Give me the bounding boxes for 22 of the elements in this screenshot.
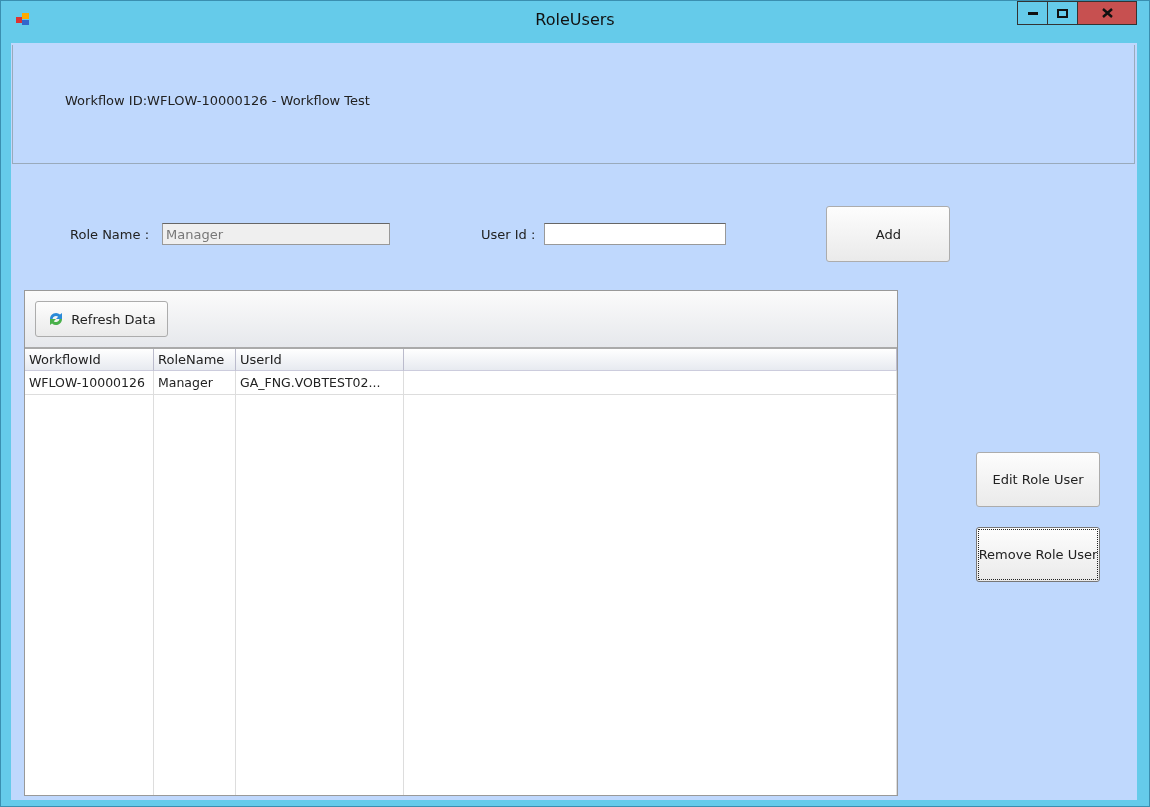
maximize-button[interactable]	[1047, 1, 1078, 25]
table-cell: WFLOW-10000126	[25, 371, 154, 395]
refresh-data-button[interactable]: Refresh Data	[35, 301, 168, 337]
remove-role-user-button[interactable]: Remove Role User	[976, 527, 1100, 582]
maximize-icon	[1057, 8, 1068, 18]
window-title: RoleUsers	[535, 9, 615, 29]
edit-role-user-button[interactable]: Edit Role User	[976, 452, 1100, 507]
column-header[interactable]: RoleName	[154, 349, 236, 371]
column-header[interactable]: UserId	[236, 349, 404, 371]
workflow-label: Workflow ID:WFLOW-10000126 - Workflow Test	[65, 92, 370, 108]
app-icon	[15, 11, 31, 27]
close-icon	[1101, 8, 1113, 18]
role-name-label: Role Name :	[70, 226, 149, 242]
table-cell: Manager	[154, 371, 236, 395]
minimize-icon	[1027, 11, 1038, 15]
minimize-button[interactable]	[1017, 1, 1048, 25]
add-button[interactable]: Add	[826, 206, 951, 262]
column-header[interactable]: WorkflowId	[25, 349, 154, 371]
user-id-label: User Id :	[481, 226, 536, 242]
table-cell: GA_FNG.VOBTEST02...	[236, 371, 404, 395]
close-button[interactable]	[1077, 1, 1137, 25]
user-id-field[interactable]	[544, 223, 727, 245]
